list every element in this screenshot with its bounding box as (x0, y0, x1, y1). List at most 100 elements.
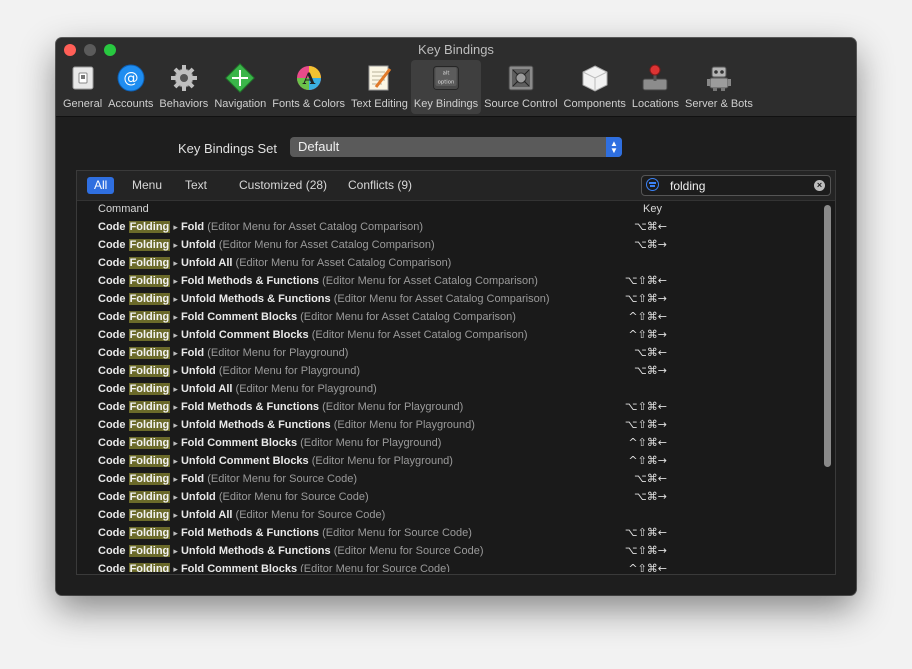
key-cell[interactable]: ⌥⌘→ (634, 362, 667, 380)
tab-source-control[interactable]: Source Control (481, 60, 560, 114)
command-context: (Editor Menu for Asset Catalog Compariso… (333, 293, 550, 305)
command-prefix: Code (98, 383, 126, 395)
search-field[interactable]: × (641, 175, 831, 196)
key-bindings-set-popup[interactable]: Default ▲ ▼ (290, 137, 622, 157)
table-row[interactable]: Code Folding ▸ Unfold All (Editor Menu f… (77, 506, 821, 524)
command-prefix: Code (98, 455, 126, 467)
command-cell: Code Folding ▸ Fold (Editor Menu for Ass… (98, 218, 423, 236)
search-match-highlight: Folding (128, 455, 171, 467)
filter-bar: All Menu Text Customized (28) Conflicts … (77, 171, 835, 201)
table-row[interactable]: Code Folding ▸ Unfold (Editor Menu for A… (77, 236, 821, 254)
table-row[interactable]: Code Folding ▸ Unfold Methods & Function… (77, 290, 821, 308)
table-row[interactable]: Code Folding ▸ Unfold Methods & Function… (77, 416, 821, 434)
clear-search-icon[interactable]: × (814, 180, 825, 191)
table-row[interactable]: Code Folding ▸ Unfold Comment Blocks (Ed… (77, 326, 821, 344)
table-row[interactable]: Code Folding ▸ Unfold Comment Blocks (Ed… (77, 452, 821, 470)
table-row[interactable]: Code Folding ▸ Fold (Editor Menu for Sou… (77, 470, 821, 488)
command-prefix: Code (98, 221, 126, 233)
search-match-highlight: Folding (128, 293, 171, 305)
command-action: Unfold Methods & Functions (180, 293, 331, 305)
key-cell[interactable]: ^⇧⌘→ (628, 326, 667, 344)
scrollbar-thumb[interactable] (824, 205, 831, 467)
preferences-toolbar: General @ Accounts Behaviors Navigation … (60, 60, 756, 114)
filter-customized[interactable]: Customized (28) (232, 177, 334, 194)
table-row[interactable]: Code Folding ▸ Unfold Methods & Function… (77, 542, 821, 560)
table-row[interactable]: Code Folding ▸ Fold Methods & Functions … (77, 272, 821, 290)
table-row[interactable]: Code Folding ▸ Unfold All (Editor Menu f… (77, 254, 821, 272)
filter-all[interactable]: All (87, 177, 115, 194)
table-row[interactable]: Code Folding ▸ Fold (Editor Menu for Pla… (77, 344, 821, 362)
submenu-arrow-icon: ▸ (173, 474, 178, 484)
key-cell[interactable]: ^⇧⌘← (628, 560, 667, 572)
table-row[interactable]: Code Folding ▸ Fold Methods & Functions … (77, 398, 821, 416)
key-cell[interactable]: ⌥⌘→ (634, 488, 667, 506)
submenu-arrow-icon: ▸ (173, 546, 178, 556)
submenu-arrow-icon: ▸ (173, 402, 178, 412)
command-cell: Code Folding ▸ Fold Comment Blocks (Edit… (98, 308, 516, 326)
command-context: (Editor Menu for Playground) (235, 383, 377, 395)
key-cell[interactable]: ⌥⌘→ (634, 236, 667, 254)
tab-components[interactable]: Components (561, 60, 629, 114)
key-cell[interactable]: ⌥⌘← (634, 344, 667, 362)
command-cell: Code Folding ▸ Unfold Comment Blocks (Ed… (98, 326, 528, 344)
table-row[interactable]: Code Folding ▸ Unfold All (Editor Menu f… (77, 380, 821, 398)
key-cell[interactable]: ⌥⇧⌘← (625, 272, 667, 290)
command-context: (Editor Menu for Source Code) (333, 545, 484, 557)
tab-behaviors[interactable]: Behaviors (156, 60, 211, 114)
key-column-header[interactable]: Key (643, 203, 662, 215)
command-context: (Editor Menu for Playground) (322, 401, 464, 413)
search-match-highlight: Folding (128, 221, 171, 233)
command-action: Fold (180, 221, 205, 233)
command-action: Unfold (180, 491, 216, 503)
tab-server-bots[interactable]: Server & Bots (682, 60, 756, 114)
key-cell[interactable]: ^⇧⌘← (628, 434, 667, 452)
table-row[interactable]: Code Folding ▸ Fold Methods & Functions … (77, 524, 821, 542)
search-input[interactable] (670, 178, 800, 193)
command-cell: Code Folding ▸ Unfold (Editor Menu for P… (98, 362, 360, 380)
tab-key-bindings[interactable]: alt option Key Bindings (410, 60, 482, 114)
key-cell[interactable]: ⌥⇧⌘← (625, 398, 667, 416)
table-row[interactable]: Code Folding ▸ Fold Comment Blocks (Edit… (77, 560, 821, 572)
search-match-highlight: Folding (128, 527, 171, 539)
command-context: (Editor Menu for Asset Catalog Compariso… (311, 329, 528, 341)
command-action: Unfold All (180, 509, 233, 521)
table-row[interactable]: Code Folding ▸ Unfold (Editor Menu for P… (77, 362, 821, 380)
command-context: (Editor Menu for Playground) (300, 437, 442, 449)
key-cell[interactable]: ⌥⌘← (634, 218, 667, 236)
tab-accounts[interactable]: @ Accounts (105, 60, 156, 114)
search-match-highlight: Folding (128, 509, 171, 521)
submenu-arrow-icon: ▸ (173, 438, 178, 448)
command-context: (Editor Menu for Playground) (207, 347, 349, 359)
table-row[interactable]: Code Folding ▸ Unfold (Editor Menu for S… (77, 488, 821, 506)
filter-text[interactable]: Text (178, 177, 214, 194)
key-cell[interactable]: ⌥⌘← (634, 470, 667, 488)
key-cell[interactable]: ⌥⇧⌘→ (625, 542, 667, 560)
tab-navigation[interactable]: Navigation (211, 60, 269, 114)
key-cell[interactable]: ^⇧⌘← (628, 308, 667, 326)
filter-menu[interactable]: Menu (125, 177, 169, 194)
vertical-scrollbar[interactable] (821, 202, 833, 573)
key-cell[interactable]: ⌥⇧⌘← (625, 524, 667, 542)
tab-fonts-colors[interactable]: A Fonts & Colors (269, 60, 348, 114)
command-cell: Code Folding ▸ Unfold All (Editor Menu f… (98, 506, 385, 524)
key-bindings-window: Key Bindings General @ Accounts Behavior… (56, 38, 856, 595)
title-bar: Key Bindings General @ Accounts Behavior… (56, 38, 856, 117)
key-cell[interactable]: ⌥⇧⌘→ (625, 290, 667, 308)
table-row[interactable]: Code Folding ▸ Fold (Editor Menu for Ass… (77, 218, 821, 236)
command-column-header[interactable]: Command (98, 203, 149, 215)
key-cell[interactable]: ^⇧⌘→ (628, 452, 667, 470)
tab-locations[interactable]: Locations (629, 60, 682, 114)
command-context: (Editor Menu for Source Code) (207, 473, 358, 485)
table-row[interactable]: Code Folding ▸ Fold Comment Blocks (Edit… (77, 434, 821, 452)
tab-general[interactable]: General (60, 60, 105, 114)
command-prefix: Code (98, 563, 126, 572)
filter-search-icon[interactable] (646, 178, 659, 191)
command-cell: Code Folding ▸ Fold Methods & Functions … (98, 272, 538, 290)
key-cell[interactable]: ⌥⇧⌘→ (625, 416, 667, 434)
table-row[interactable]: Code Folding ▸ Fold Comment Blocks (Edit… (77, 308, 821, 326)
filter-conflicts[interactable]: Conflicts (9) (341, 177, 419, 194)
search-match-highlight: Folding (128, 347, 171, 359)
command-cell: Code Folding ▸ Unfold Methods & Function… (98, 290, 550, 308)
submenu-arrow-icon: ▸ (173, 276, 178, 286)
tab-text-editing[interactable]: Text Editing (348, 60, 411, 114)
